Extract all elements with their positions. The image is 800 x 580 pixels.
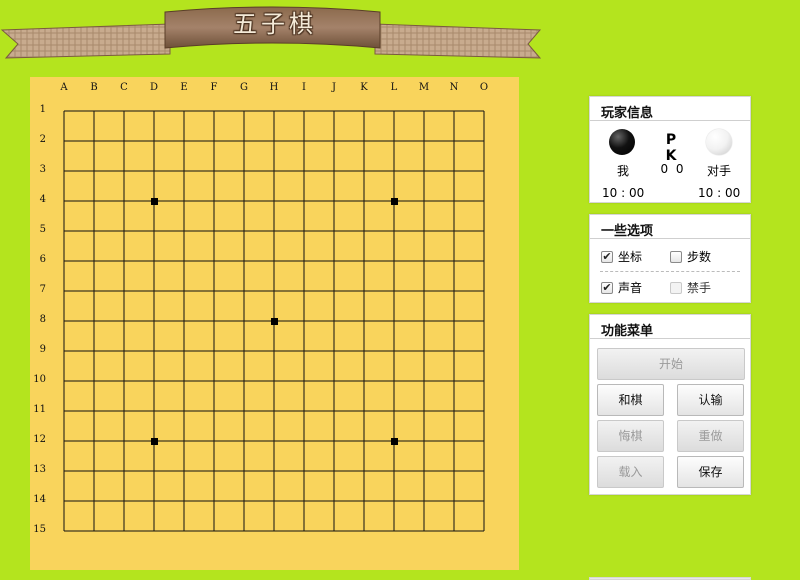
me-label: 我 [616,164,629,178]
column-label: O [479,82,489,93]
star-point [151,198,158,205]
row-label: 5 [39,224,46,235]
column-label: K [360,82,368,93]
me-timer: 10 : 00 [602,186,645,200]
options-panel: 一些选项 ✔ 坐标 步数 ✔ 声音 禁手 [589,214,751,303]
row-label: 9 [39,344,46,355]
column-label: H [269,82,279,93]
black-stone-icon [609,129,635,155]
column-label: I [302,82,306,93]
function-menu-title: 功能菜单 [590,315,750,339]
resign-button[interactable]: 认输 [677,384,744,416]
options-title: 一些选项 [590,215,750,239]
white-stone-icon [706,129,732,155]
option-move-numbers-label: 步数 [687,250,712,264]
column-label: D [149,82,159,93]
option-coordinates[interactable]: ✔ 坐标 [601,248,642,265]
row-label: 3 [39,164,46,175]
column-label: G [240,82,248,93]
option-coordinates-label: 坐标 [618,250,643,264]
row-label: 15 [33,524,46,535]
column-label: N [449,82,459,93]
opponent-label: 对手 [706,164,731,178]
row-label: 12 [33,434,46,445]
checkbox-coordinates[interactable]: ✔ [601,250,613,263]
board-grid[interactable] [30,77,519,570]
column-label: A [60,82,68,93]
column-label: L [390,82,398,93]
gomoku-board[interactable]: A B C D E F G H I J K L M N O 1 2 3 4 5 6 7 8 9 10 11 12 13 14 15 [30,77,519,570]
player-info-panel: 玩家信息 P K 我 0 0 对手 10 : 00 10 : 00 [589,96,751,203]
column-label: J [331,82,336,93]
player-info-title: 玩家信息 [590,97,750,121]
star-point [391,438,398,445]
row-label: 2 [39,134,46,145]
column-label: B [90,82,98,93]
row-label: 13 [33,464,46,475]
row-label: 7 [39,284,46,295]
column-label: F [210,82,218,93]
option-forbidden-moves[interactable]: 禁手 [670,279,711,296]
column-label: E [180,82,188,93]
title-banner: 五子棋 [0,0,545,62]
row-label: 14 [33,494,46,505]
option-sound[interactable]: ✔ 声音 [601,279,642,296]
option-forbidden-moves-label: 禁手 [687,281,712,295]
row-label: 8 [39,314,46,325]
checkbox-sound[interactable]: ✔ [601,281,613,294]
row-label: 4 [39,194,46,205]
row-label: 10 [33,374,46,385]
draw-button[interactable]: 和棋 [597,384,664,416]
opponent-timer: 10 : 00 [698,186,741,200]
score: 0 0 [660,162,684,176]
app-title: 五子棋 [233,10,317,38]
start-button[interactable]: 开始 [597,348,745,380]
star-point [151,438,158,445]
save-button[interactable]: 保存 [677,456,744,488]
options-divider [600,271,740,272]
column-label: C [120,82,128,93]
checkbox-move-numbers[interactable] [670,250,682,263]
undo-button[interactable]: 悔棋 [597,420,664,452]
row-label: 11 [33,404,46,415]
option-move-numbers[interactable]: 步数 [670,248,711,265]
function-menu-panel: 功能菜单 开始 和棋 认输 悔棋 重做 载入 保存 [589,314,751,495]
option-sound-label: 声音 [618,281,643,295]
checkbox-forbidden-moves[interactable] [670,281,682,294]
star-point [271,318,278,325]
load-button[interactable]: 载入 [597,456,664,488]
star-point [391,198,398,205]
row-label: 6 [39,254,46,265]
pk-label: P K [665,132,679,164]
row-label: 1 [39,104,46,115]
column-label: M [418,82,430,93]
redo-button[interactable]: 重做 [677,420,744,452]
